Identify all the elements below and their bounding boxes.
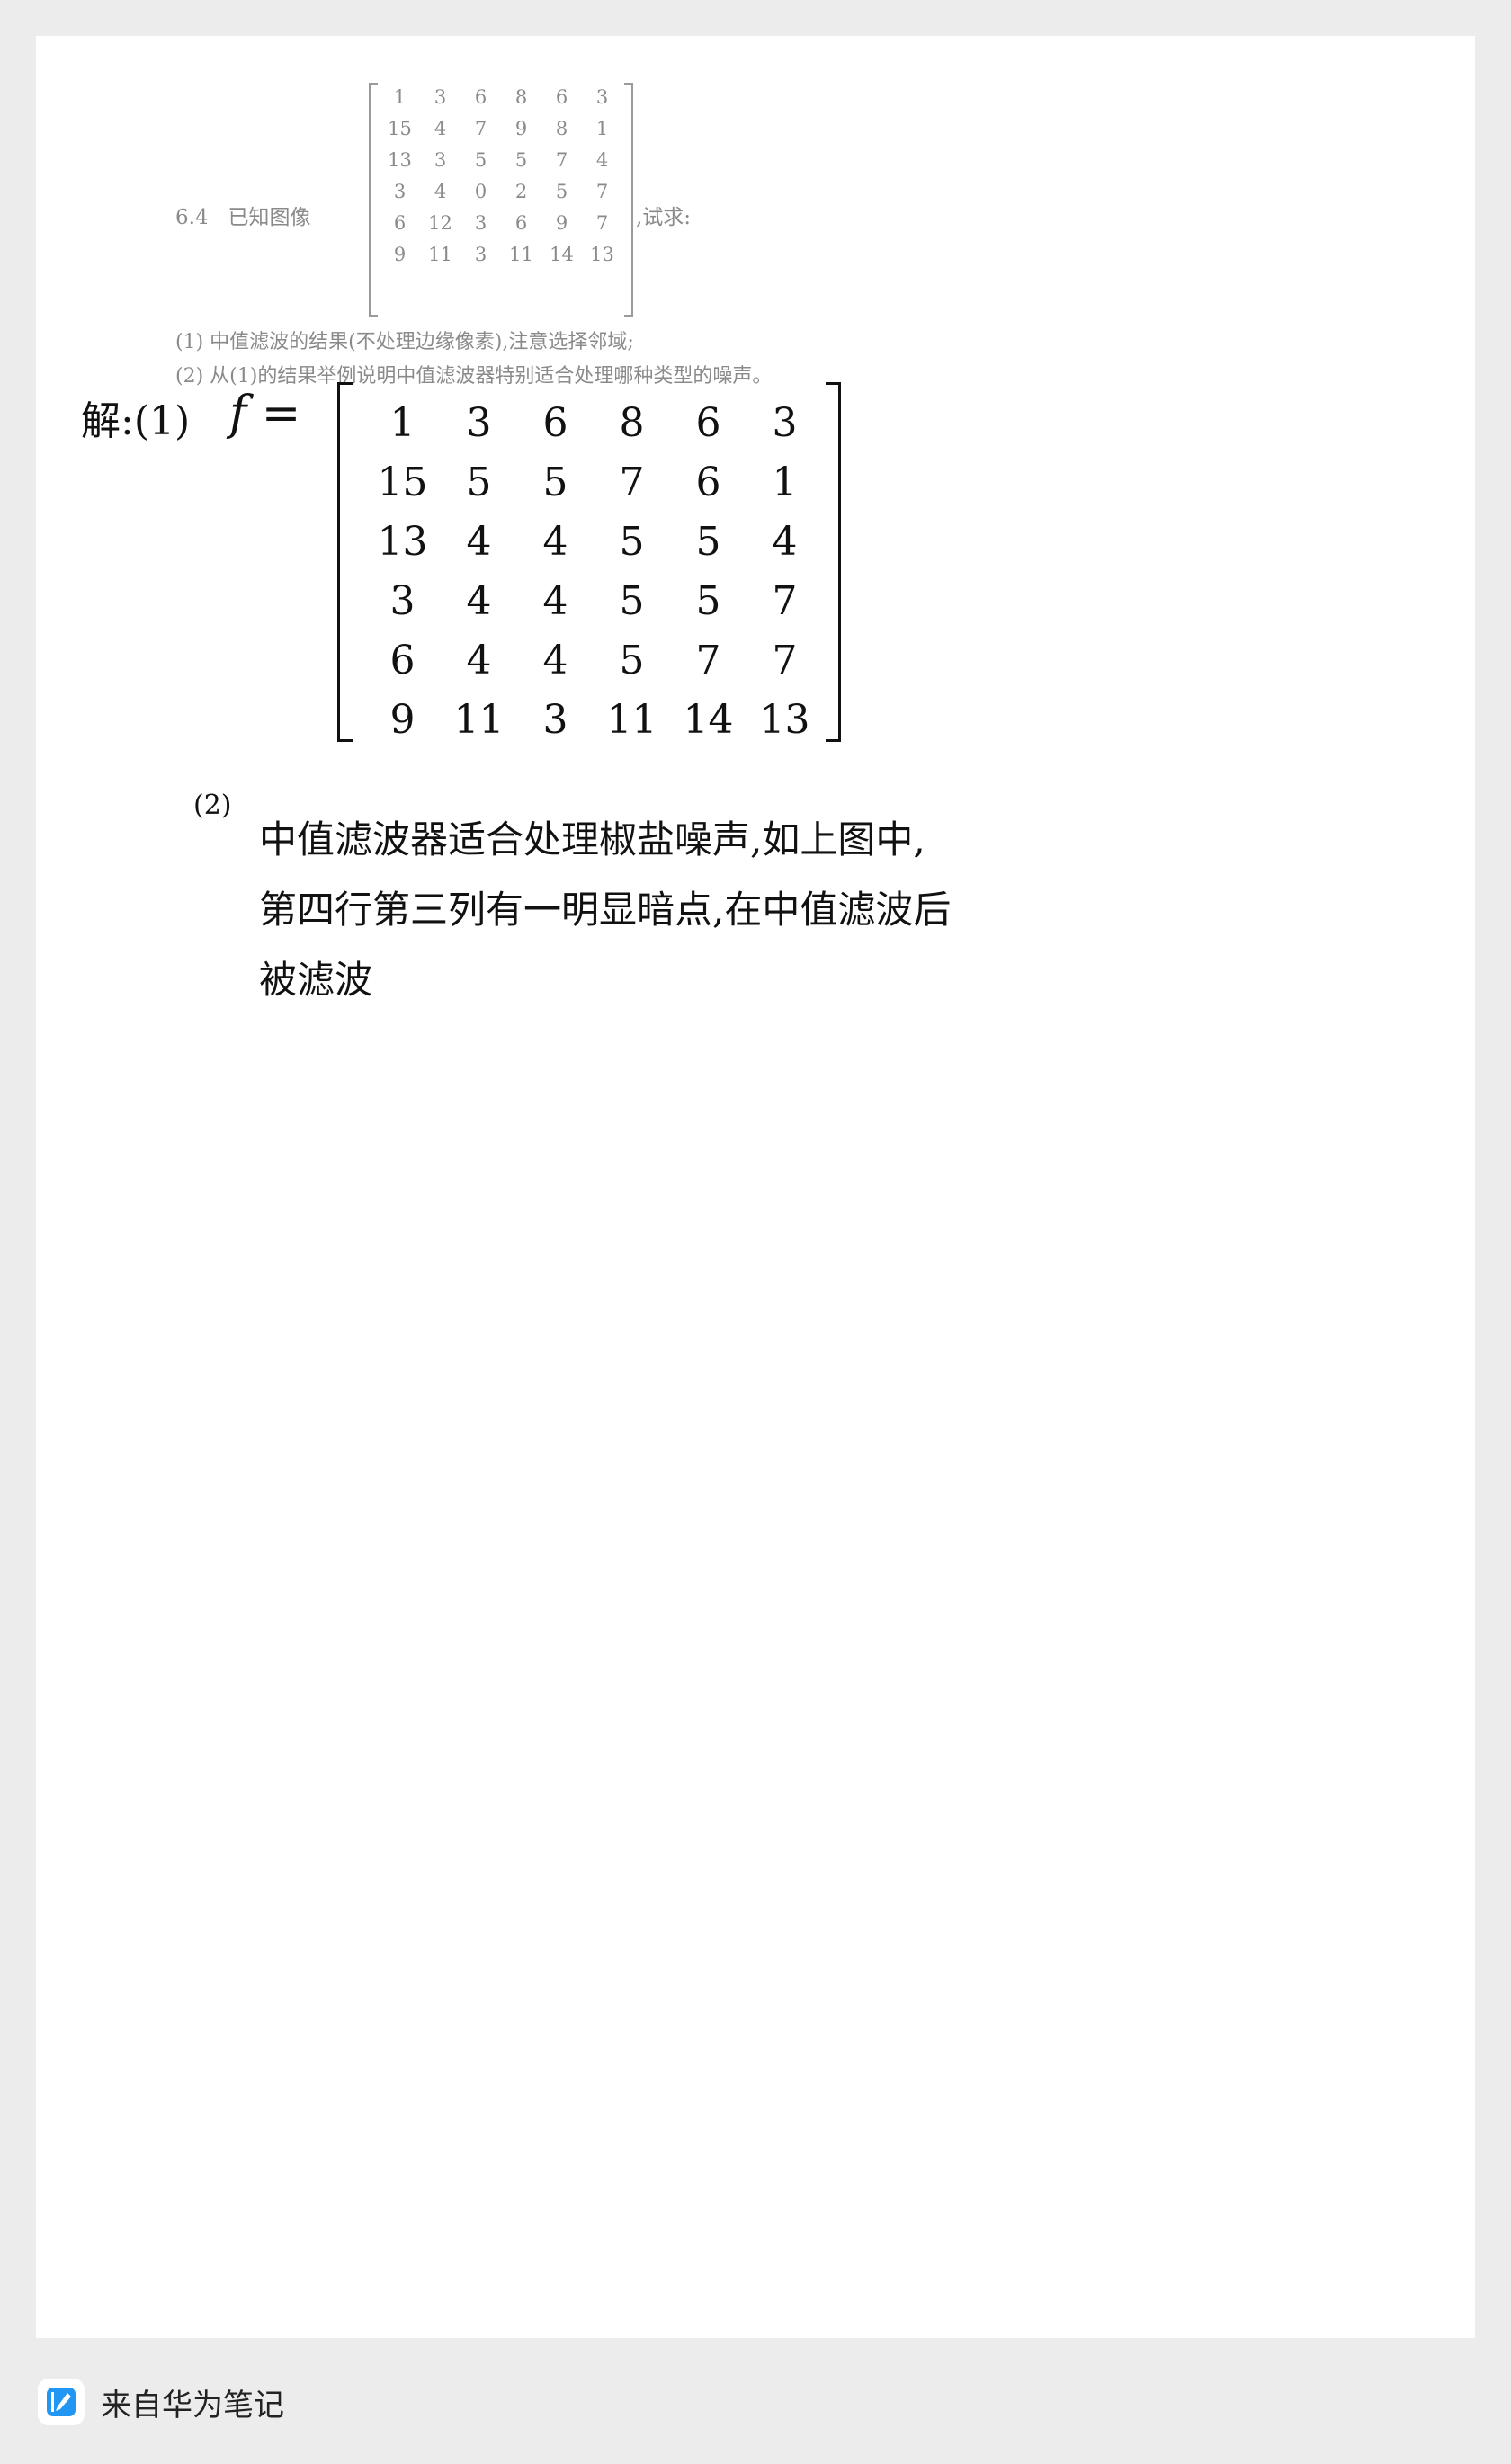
problem-matrix-cell: 3 [595,86,609,108]
solution-matrix-cell: 4 [542,638,568,683]
problem-matrix-cell: 0 [474,181,487,202]
problem-matrix-cell: 7 [474,118,487,139]
problem-matrix-cell: 6 [474,86,487,108]
notes-app-icon [38,2379,85,2425]
answer-line-2: 第四行第三列有一明显暗点,在中值滤波后 [259,888,952,932]
solution-matrix-cell: 3 [466,400,492,446]
problem-matrix-cell: 14 [550,244,574,265]
problem-matrix-cell: 3 [434,86,447,108]
solution-matrix-cell: 5 [695,519,721,565]
problem-matrix-cell: 7 [595,212,609,234]
problem-matrix-cell: 5 [555,181,568,202]
footer: 来自华为笔记 [38,2379,284,2425]
problem-matrix-cell: 7 [595,181,609,202]
solution-matrix-cell: 5 [695,578,721,624]
part2-label: (2) [193,790,232,821]
problem-matrix-cell: 11 [428,244,452,265]
problem-matrix-cell: 7 [555,149,568,171]
right-bracket [826,382,841,742]
note-page: 6.4 已知图像 1 3 6 8 6 3 15 4 7 9 8 1 13 3 5 5 7 4 3 4 0 2 5 7 6 12 3 6… [36,36,1475,2338]
solution-matrix-cell: 9 [389,697,416,743]
problem-number: 6.4 [175,206,209,229]
problem-matrix-cell: 6 [393,212,407,234]
solution-matrix-cell: 7 [772,638,798,683]
problem-matrix-cell: 3 [474,212,487,234]
problem-matrix-cell: 4 [434,118,447,139]
problem-matrix-cell: 15 [388,118,412,139]
solution-matrix-cell: 3 [542,697,568,743]
problem-matrix-cell: 5 [474,149,487,171]
problem-matrix-cell: 11 [509,244,533,265]
solution-matrix-cell: 7 [772,578,798,624]
problem-matrix-cell: 6 [555,86,568,108]
solution-matrix-cell: 4 [542,519,568,565]
solution-matrix-cell: 7 [695,638,721,683]
solution-matrix-cell: 4 [466,578,492,624]
problem-matrix-cell: 3 [474,244,487,265]
solution-matrix-cell: 13 [377,519,428,565]
solution-matrix-cell: 1 [389,400,416,446]
problem-matrix-cell: 3 [393,181,407,202]
problem-matrix-cell: 13 [590,244,614,265]
solution-matrix-cell: 4 [466,638,492,683]
problem-matrix-cell: 2 [514,181,528,202]
solution-matrix-cell: 5 [619,578,645,624]
solution-matrix-cell: 5 [619,638,645,683]
solution-matrix-cell: 13 [759,697,810,743]
footer-text: 来自华为笔记 [101,2387,284,2424]
solution-matrix-cell: 4 [466,519,492,565]
problem-matrix-cell: 9 [393,244,407,265]
solution-label: 解:(1) [81,398,191,444]
solution-matrix-cell: 6 [695,400,721,446]
problem-matrix-cell: 4 [595,149,609,171]
problem-matrix-cell: 1 [595,118,609,139]
solution-matrix-cell: 6 [542,400,568,446]
problem-matrix-cell: 8 [514,86,528,108]
solution-matrix-cell: 1 [772,460,798,505]
solution-matrix-cell: 3 [772,400,798,446]
solution-matrix-cell: 8 [619,400,645,446]
solution-matrix-cell: 7 [619,460,645,505]
problem-matrix-cell: 5 [514,149,528,171]
problem-matrix-cell: 13 [388,149,412,171]
solution-matrix-cell: 14 [683,697,734,743]
answer-line-3: 被滤波 [259,958,373,1002]
solution-matrix: 1 3 6 8 6 3 15 5 5 7 6 1 13 4 4 5 5 4 3 4 4 5 5 7 6 4 4 5 7 7 9 11 3 11 14… [337,382,841,743]
solution-matrix-cell: 4 [772,519,798,565]
f-label: f = [229,387,301,441]
answer-line-1: 中值滤波器适合处理椒盐噪声,如上图中, [259,817,925,862]
problem-matrix-cell: 3 [434,149,447,171]
solution-matrix-cell: 5 [466,460,492,505]
problem-matrix-cell: 8 [555,118,568,139]
question-1: (1) 中值滤波的结果(不处理边缘像素),注意选择邻域; [175,331,634,353]
problem-tail: ,试求: [636,206,692,229]
problem-matrix: 1 3 6 8 6 3 15 4 7 9 8 1 13 3 5 5 7 4 3 4 0 2 5 7 6 12 3 6 9 7 9 11 3 11 1… [369,83,633,317]
solution-matrix-cell: 5 [542,460,568,505]
solution-matrix-cell: 11 [453,697,505,743]
solution-matrix-cell: 5 [619,519,645,565]
solution-matrix-cell: 15 [377,460,428,505]
solution-matrix-cell: 6 [389,638,416,683]
problem-matrix-cell: 9 [514,118,528,139]
problem-matrix-cell: 9 [555,212,568,234]
problem-matrix-cell: 6 [514,212,528,234]
problem-matrix-cell: 4 [434,181,447,202]
solution-matrix-cell: 11 [606,697,657,743]
solution-matrix-cell: 6 [695,460,721,505]
problem-matrix-cell: 1 [393,86,407,108]
problem-matrix-cell: 12 [428,212,452,234]
solution-matrix-cell: 3 [389,578,416,624]
left-bracket [337,382,353,742]
problem-intro: 已知图像 [228,206,311,229]
solution-matrix-cell: 4 [542,578,568,624]
